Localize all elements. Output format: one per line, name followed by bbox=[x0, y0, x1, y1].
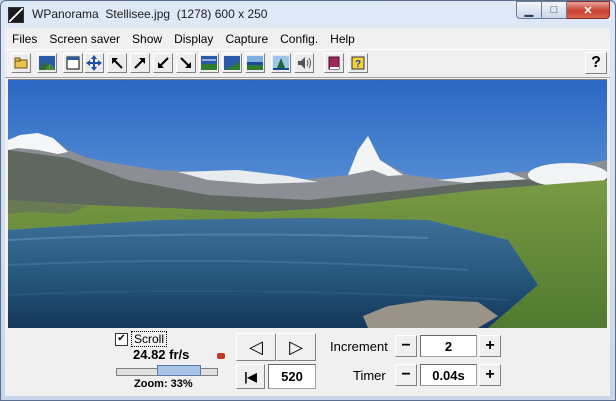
menu-config[interactable]: Config. bbox=[273, 32, 323, 46]
arrow-down-right-icon[interactable] bbox=[176, 53, 196, 73]
client-area: Files Screen saver Show Display Capture … bbox=[5, 28, 610, 396]
zoom-label: Zoom: 33% bbox=[134, 378, 193, 390]
menu-screen-saver[interactable]: Screen saver bbox=[42, 32, 125, 46]
window-icon[interactable] bbox=[63, 53, 83, 73]
minimize-button[interactable]: ▁ bbox=[516, 1, 542, 19]
timer-label: Timer bbox=[353, 368, 386, 383]
help-button[interactable]: ? bbox=[585, 52, 607, 74]
arrow-down-left-icon[interactable] bbox=[153, 53, 173, 73]
open-folder-icon[interactable] bbox=[11, 53, 31, 73]
increment-plus-button[interactable]: + bbox=[479, 335, 501, 357]
landscape-3-icon[interactable] bbox=[245, 53, 265, 73]
arrow-up-left-icon[interactable] bbox=[107, 53, 127, 73]
increment-minus-button[interactable]: − bbox=[395, 335, 417, 357]
panorama-image[interactable] bbox=[8, 79, 607, 328]
zoom-slider-thumb[interactable] bbox=[157, 365, 201, 376]
increment-label: Increment bbox=[330, 339, 388, 354]
app-icon[interactable] bbox=[8, 7, 24, 23]
window-title: WPanorama Stellisee.jpg (1278) 600 x 250 bbox=[32, 7, 268, 21]
picture-icon[interactable] bbox=[37, 53, 57, 73]
scroll-label[interactable]: Scroll bbox=[131, 331, 168, 347]
timer-field[interactable]: 0.04s bbox=[420, 364, 477, 386]
film-icon bbox=[217, 353, 225, 359]
timer-plus-button[interactable]: + bbox=[479, 364, 501, 386]
app-window: WPanorama Stellisee.jpg (1278) 600 x 250… bbox=[0, 0, 616, 401]
toolbar: ? ? bbox=[5, 49, 610, 78]
control-panel: ✔ Scroll 24.82 fr/s Zoom: 33% ◁ ▷ |◀ 520… bbox=[5, 328, 610, 396]
book-icon[interactable] bbox=[324, 53, 344, 73]
menu-bar: Files Screen saver Show Display Capture … bbox=[5, 28, 610, 49]
menu-display[interactable]: Display bbox=[167, 32, 218, 46]
landscape-4-icon[interactable] bbox=[271, 53, 291, 73]
first-frame-button[interactable]: |◀ bbox=[236, 364, 265, 389]
fps-readout: 24.82 fr/s bbox=[133, 347, 190, 362]
menu-show[interactable]: Show bbox=[125, 32, 167, 46]
scroll-checkbox[interactable]: ✔ bbox=[115, 333, 128, 346]
timer-minus-button[interactable]: − bbox=[395, 364, 417, 386]
menu-help[interactable]: Help bbox=[323, 32, 360, 46]
title-bar[interactable]: WPanorama Stellisee.jpg (1278) 600 x 250… bbox=[1, 1, 615, 28]
position-field[interactable]: 520 bbox=[268, 364, 316, 389]
maximize-button[interactable]: □ bbox=[542, 1, 567, 19]
scroll-left-button[interactable]: ◁ bbox=[236, 333, 276, 361]
menu-capture[interactable]: Capture bbox=[218, 32, 273, 46]
landscape-1-icon[interactable] bbox=[199, 53, 219, 73]
svg-text:?: ? bbox=[355, 59, 361, 70]
close-button[interactable]: ✕ bbox=[567, 1, 610, 19]
speaker-icon[interactable] bbox=[294, 53, 314, 73]
move-arrows-icon[interactable] bbox=[84, 53, 104, 73]
menu-files[interactable]: Files bbox=[5, 32, 42, 46]
caption-buttons: ▁ □ ✕ bbox=[516, 1, 610, 20]
help-book-icon[interactable]: ? bbox=[348, 53, 368, 73]
landscape-2-icon[interactable] bbox=[222, 53, 242, 73]
arrow-up-right-icon[interactable] bbox=[130, 53, 150, 73]
scroll-right-button[interactable]: ▷ bbox=[276, 333, 316, 361]
increment-field[interactable]: 2 bbox=[420, 335, 477, 357]
